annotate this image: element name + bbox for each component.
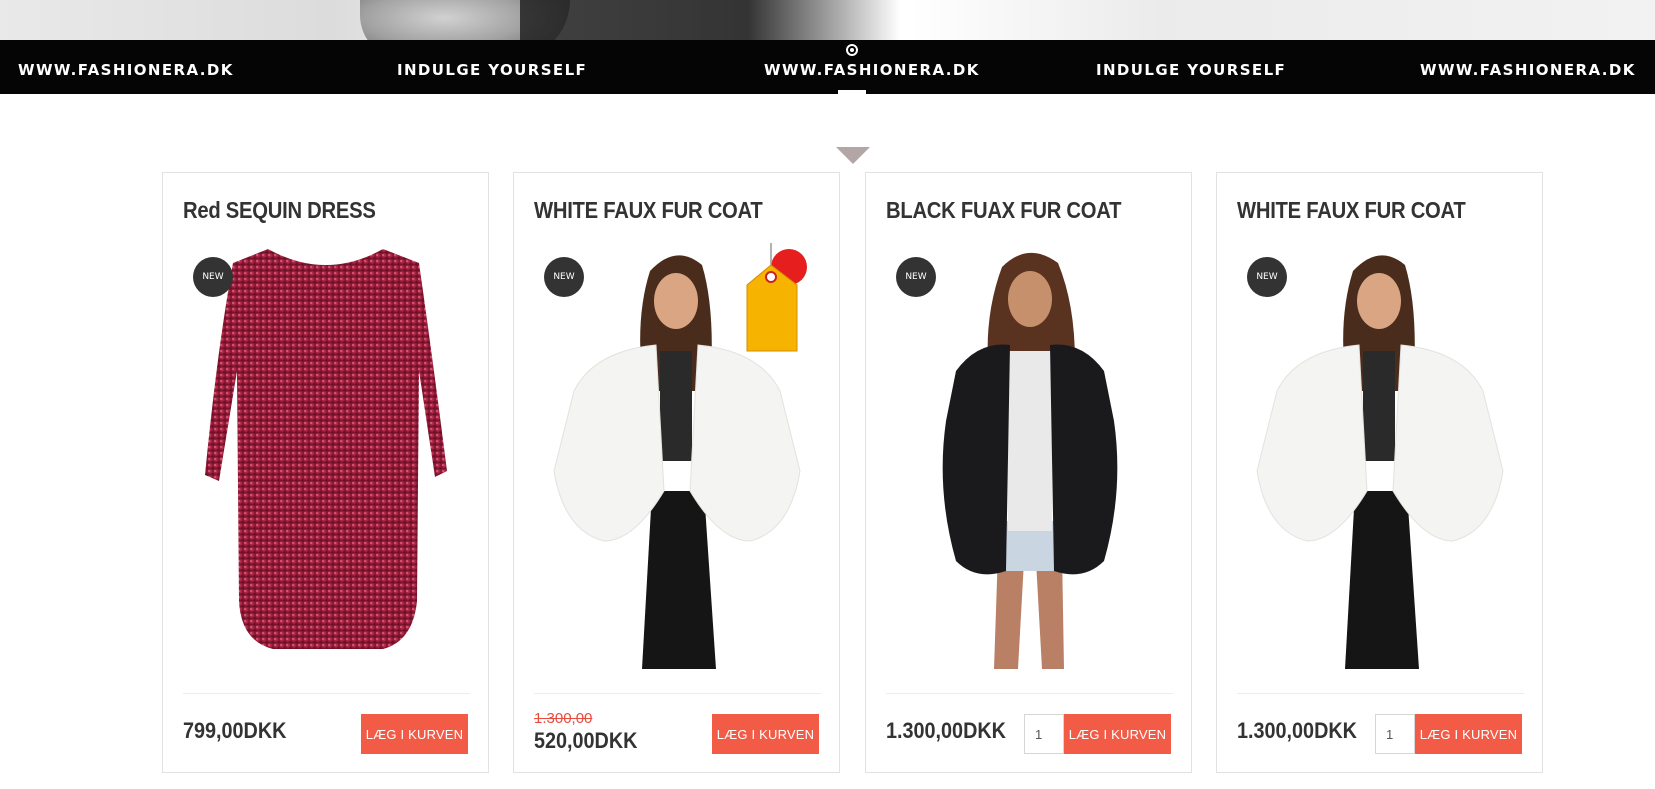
product-card: Red SEQUIN DRESS NEW 799,00DKK LÆG I KUR… <box>162 172 489 773</box>
product-price: 1.300,00DKK <box>886 718 1006 743</box>
banner-text-slogan: INDULGE YOURSELF <box>397 61 588 79</box>
hero-slider: WWW.FASHIONERA.DK INDULGE YOURSELF WWW.F… <box>0 0 1655 94</box>
hero-banner-strip: WWW.FASHIONERA.DK INDULGE YOURSELF WWW.F… <box>0 40 1655 94</box>
new-badge: NEW <box>1247 257 1287 297</box>
new-badge: NEW <box>193 257 233 297</box>
quantity-input[interactable] <box>1024 714 1064 754</box>
product-card: WHITE FAUX FUR COAT NEW 1.300,00 520,00D… <box>513 172 840 773</box>
banner-text-url: WWW.FASHIONERA.DK <box>1420 61 1636 79</box>
card-divider <box>534 693 821 694</box>
add-to-cart-button[interactable]: LÆG I KURVEN <box>361 714 468 754</box>
product-title[interactable]: BLACK FUAX FUR COAT <box>886 197 1121 224</box>
product-old-price: 1.300,00 <box>534 710 593 727</box>
banner-text-url: WWW.FASHIONERA.DK <box>764 61 980 79</box>
product-card: BLACK FUAX FUR COAT NEW 1.300,00DKK LÆG … <box>865 172 1192 773</box>
new-badge: NEW <box>544 257 584 297</box>
product-price: 799,00DKK <box>183 718 287 743</box>
product-image-black-fur-coat[interactable] <box>886 241 1173 669</box>
card-divider <box>183 693 470 694</box>
product-title[interactable]: WHITE FAUX FUR COAT <box>534 197 763 224</box>
banner-text-url: WWW.FASHIONERA.DK <box>18 61 234 79</box>
card-divider <box>886 693 1173 694</box>
card-divider <box>1237 693 1524 694</box>
product-price: 1.300,00DKK <box>1237 718 1357 743</box>
quantity-input[interactable] <box>1375 714 1415 754</box>
add-to-cart-button[interactable]: LÆG I KURVEN <box>1415 714 1522 754</box>
product-sale-price: 520,00DKK <box>534 728 638 753</box>
slider-dot-active[interactable] <box>846 44 858 56</box>
product-card: WHITE FAUX FUR COAT NEW 1.300,00DKK LÆG … <box>1216 172 1543 773</box>
slider-indicator <box>838 90 866 94</box>
new-badge: NEW <box>896 257 936 297</box>
product-title[interactable]: Red SEQUIN DRESS <box>183 197 376 224</box>
add-to-cart-button[interactable]: LÆG I KURVEN <box>712 714 819 754</box>
product-image-red-sequin-dress[interactable] <box>183 241 470 669</box>
banner-text-slogan: INDULGE YOURSELF <box>1096 61 1287 79</box>
product-image-white-fur-coat[interactable] <box>1237 241 1524 669</box>
add-to-cart-button[interactable]: LÆG I KURVEN <box>1064 714 1171 754</box>
product-title[interactable]: WHITE FAUX FUR COAT <box>1237 197 1466 224</box>
sale-tag-icon <box>746 243 807 352</box>
section-down-arrow-icon <box>836 147 870 164</box>
